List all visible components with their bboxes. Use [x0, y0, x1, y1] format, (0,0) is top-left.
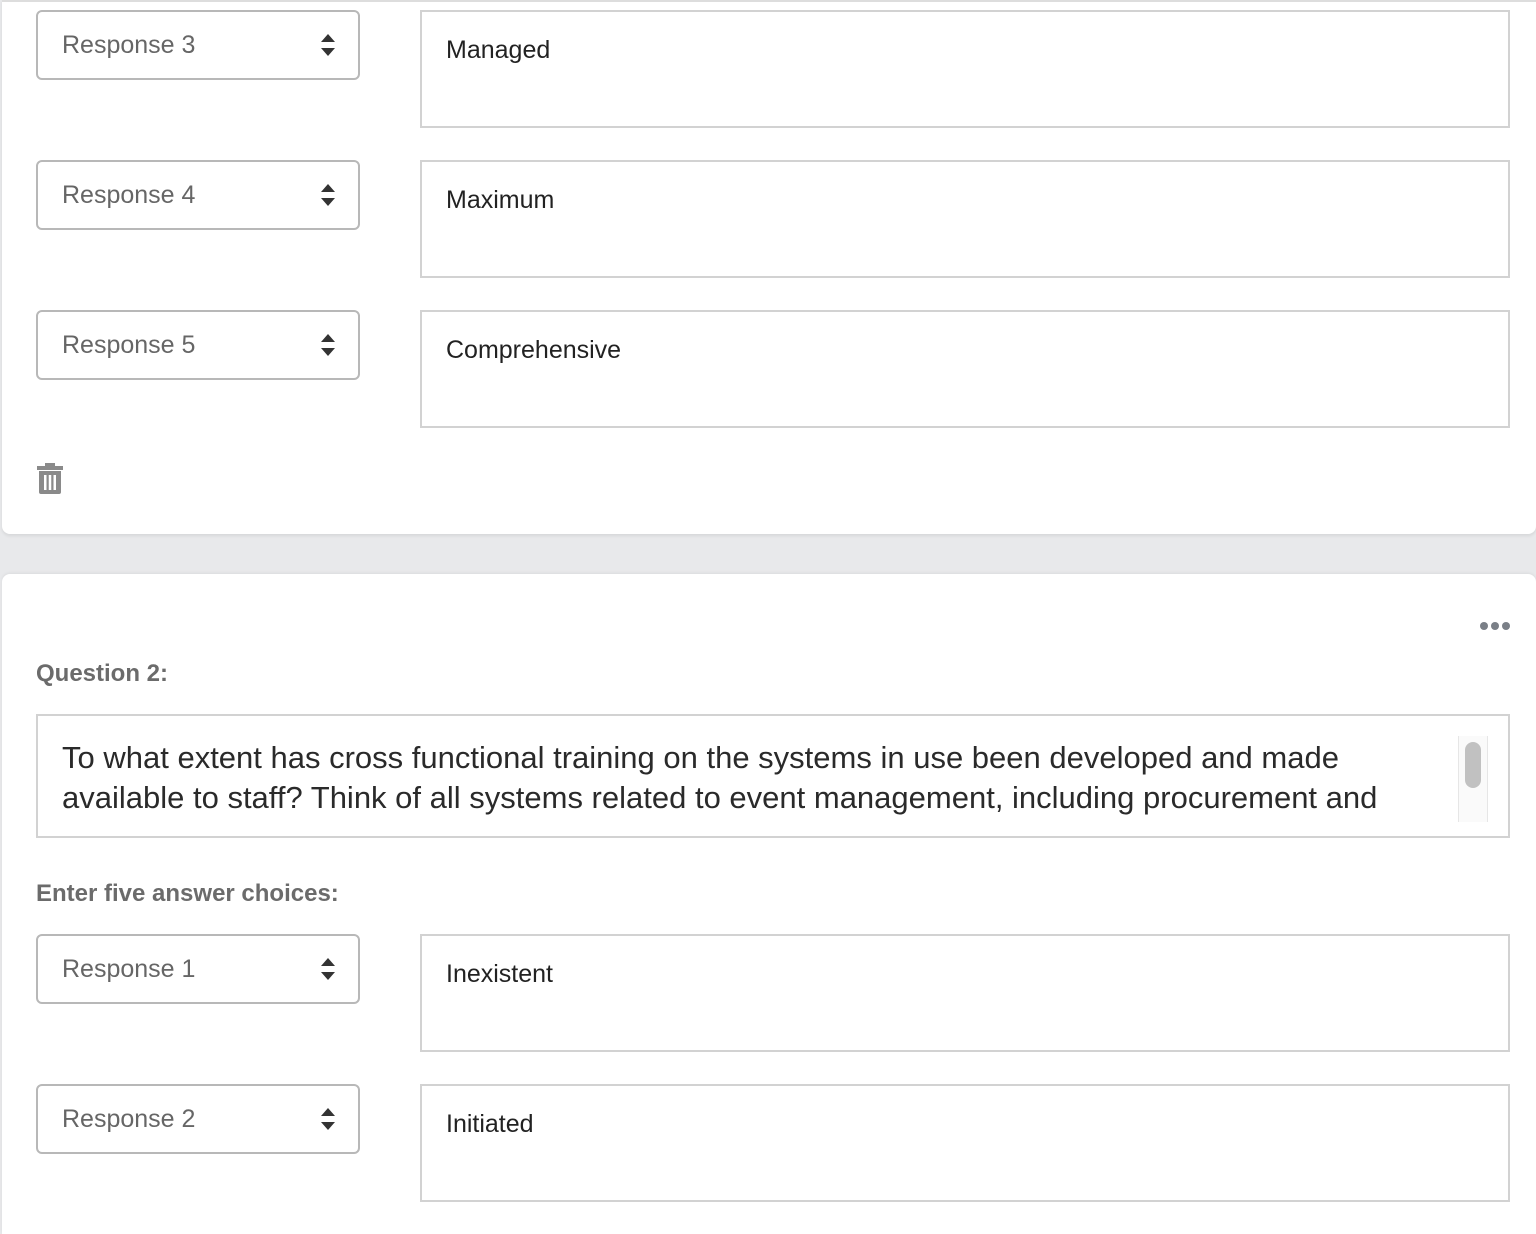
- answer-input-value: Initiated: [446, 1110, 534, 1138]
- answer-input-value: Maximum: [446, 186, 555, 214]
- response-select-2[interactable]: Response 2: [36, 1084, 360, 1154]
- question-1-card: Response 3 Managed Response 4 Maximum Re…: [2, 0, 1536, 534]
- scrollbar-track[interactable]: [1458, 736, 1488, 822]
- response-select-3[interactable]: Response 3: [36, 10, 360, 80]
- sort-arrows-icon: [321, 958, 335, 980]
- response-select-1[interactable]: Response 1: [36, 934, 360, 1004]
- response-select-label: Response 1: [62, 955, 196, 983]
- sort-arrows-icon: [321, 1108, 335, 1130]
- answer-input-4[interactable]: Maximum: [420, 160, 1510, 278]
- sort-arrows-icon: [321, 334, 335, 356]
- response-select-label: Response 2: [62, 1105, 196, 1133]
- sort-arrows-icon: [321, 184, 335, 206]
- answer-input-value: Comprehensive: [446, 336, 622, 364]
- answer-choices-label: Enter five answer choices:: [36, 880, 339, 907]
- question-text: To what extent has cross functional trai…: [62, 740, 1378, 815]
- scrollbar-thumb[interactable]: [1465, 742, 1481, 788]
- answer-input-5[interactable]: Comprehensive: [420, 310, 1510, 428]
- response-select-5[interactable]: Response 5: [36, 310, 360, 380]
- answer-input-1[interactable]: Inexistent: [420, 934, 1510, 1052]
- response-select-4[interactable]: Response 4: [36, 160, 360, 230]
- answer-input-3[interactable]: Managed: [420, 10, 1510, 128]
- answer-input-2[interactable]: Initiated: [420, 1084, 1510, 1202]
- trash-icon[interactable]: [36, 462, 64, 494]
- answer-input-value: Managed: [446, 36, 551, 64]
- sort-arrows-icon: [321, 34, 335, 56]
- question-title: Question 2:: [36, 660, 169, 687]
- response-select-label: Response 3: [62, 31, 196, 59]
- response-select-label: Response 5: [62, 331, 196, 359]
- question-2-card: Question 2: To what extent has cross fun…: [2, 574, 1536, 1234]
- more-horizontal-icon[interactable]: [1478, 616, 1512, 636]
- question-text-area[interactable]: To what extent has cross functional trai…: [36, 714, 1510, 838]
- response-select-label: Response 4: [62, 181, 196, 209]
- answer-input-value: Inexistent: [446, 960, 554, 988]
